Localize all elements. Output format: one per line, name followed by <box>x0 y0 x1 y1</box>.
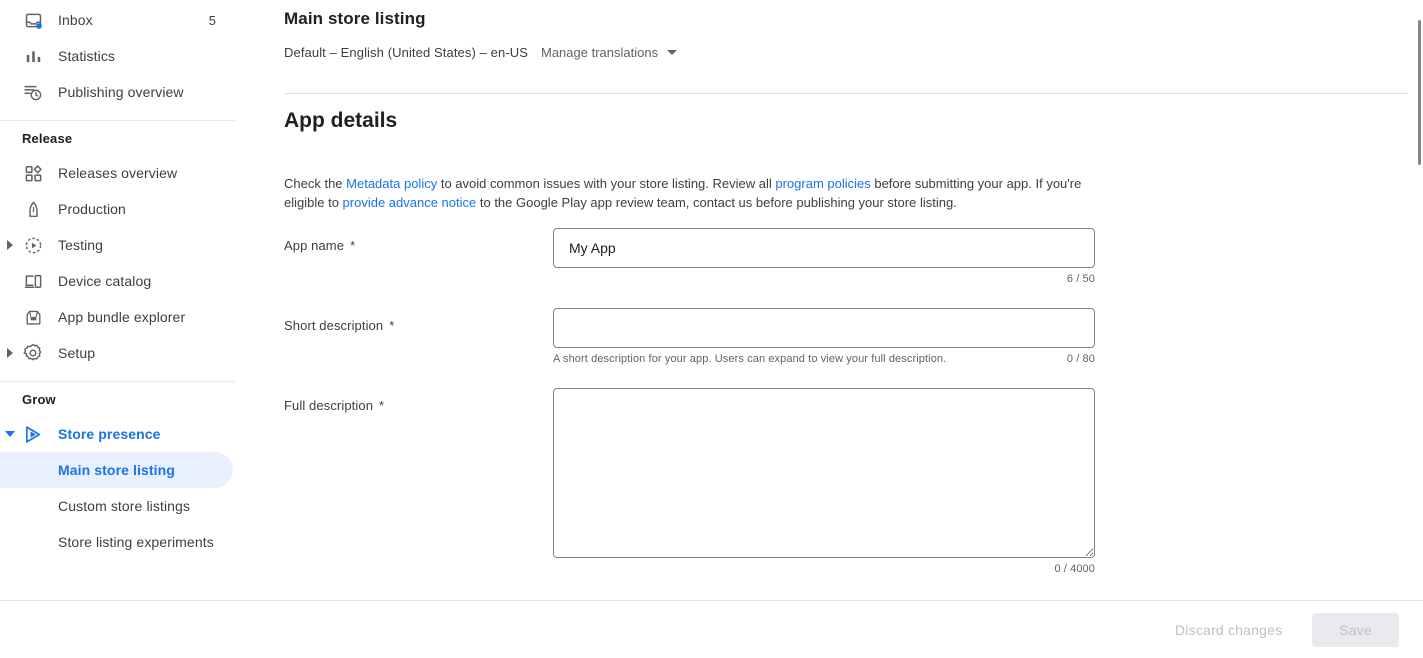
sidebar-item-label: Store listing experiments <box>58 534 214 550</box>
short-description-input[interactable] <box>553 308 1095 348</box>
main-content: Main store listing Default – English (Un… <box>236 0 1413 600</box>
testing-icon <box>22 234 44 256</box>
sidebar-item-label: Testing <box>58 237 103 253</box>
inbox-badge-count: 5 <box>209 13 216 28</box>
sidebar-item-label: Setup <box>58 345 95 361</box>
metadata-policy-link[interactable]: Metadata policy <box>346 176 437 191</box>
full-description-helper-row: 0 / 4000 <box>553 563 1095 575</box>
app-bundle-explorer-icon <box>22 306 44 328</box>
header-divider <box>284 93 1413 94</box>
device-catalog-icon <box>22 270 44 292</box>
full-description-textarea[interactable] <box>553 388 1095 558</box>
sidebar-item-custom-store-listings[interactable]: Custom store listings <box>0 488 233 524</box>
locale-row: Default – English (United States) – en-U… <box>236 29 1413 63</box>
chevron-down-icon <box>667 50 677 55</box>
short-description-helper-text: A short description for your app. Users … <box>553 353 946 365</box>
sidebar-item-production[interactable]: Production <box>0 191 233 227</box>
intro-text-part-1: Check the <box>284 176 346 191</box>
sidebar-item-store-presence[interactable]: Store presence <box>0 416 233 452</box>
sidebar-item-label: Inbox <box>58 12 93 28</box>
app-name-input[interactable] <box>553 228 1095 268</box>
chevron-right-icon[interactable] <box>4 347 16 359</box>
sidebar-item-label: Statistics <box>58 48 115 64</box>
required-asterisk: * <box>350 238 355 253</box>
app-name-input-wrap: 6 / 50 <box>553 228 1095 285</box>
full-description-counter: 0 / 4000 <box>1054 563 1095 575</box>
sidebar-item-app-bundle-explorer[interactable]: App bundle explorer <box>0 299 233 335</box>
sidebar-item-statistics[interactable]: Statistics <box>0 38 233 74</box>
sidebar-item-testing[interactable]: Testing <box>0 227 233 263</box>
required-asterisk: * <box>389 318 394 333</box>
page-scrollbar-thumb[interactable] <box>1418 20 1421 165</box>
sidebar-item-label: Publishing overview <box>58 84 184 100</box>
full-description-label-text: Full description <box>284 398 373 413</box>
full-description-input-wrap: 0 / 4000 <box>553 388 1095 575</box>
intro-text-part-2: to avoid common issues with your store l… <box>437 176 775 191</box>
sidebar-item-label: Production <box>58 201 126 217</box>
app-details-intro: Check the Metadata policy to avoid commo… <box>284 174 1104 212</box>
app-name-label: App name * <box>284 238 355 253</box>
app-name-helper-row: 6 / 50 <box>553 273 1095 285</box>
locale-label: Default – English (United States) – en-U… <box>284 45 528 60</box>
sidebar-item-label: App bundle explorer <box>58 309 185 325</box>
manage-translations-button[interactable]: Manage translations <box>541 45 677 60</box>
provide-advance-notice-link[interactable]: provide advance notice <box>343 195 477 210</box>
production-icon <box>22 198 44 220</box>
play-console-app: Inbox 5 Statistics P <box>0 0 1423 658</box>
full-description-label: Full description * <box>284 398 384 413</box>
sidebar-item-releases-overview[interactable]: Releases overview <box>0 155 233 191</box>
intro-text-part-4: to the Google Play app review team, cont… <box>476 195 957 210</box>
short-description-label: Short description * <box>284 318 394 333</box>
page-scrollbar-track[interactable] <box>1408 0 1423 600</box>
sidebar-item-main-store-listing[interactable]: Main store listing <box>0 452 233 488</box>
publishing-overview-icon <box>22 81 44 103</box>
sidebar-item-setup[interactable]: Setup <box>0 335 233 371</box>
short-description-helper-row: A short description for your app. Users … <box>553 353 1095 365</box>
sidebar-item-device-catalog[interactable]: Device catalog <box>0 263 233 299</box>
releases-overview-icon <box>22 162 44 184</box>
google-play-icon <box>22 423 44 445</box>
sidebar-item-label: Releases overview <box>58 165 177 181</box>
page-title: Main store listing <box>236 0 1413 29</box>
setup-icon <box>22 342 44 364</box>
chevron-down-icon[interactable] <box>4 428 16 440</box>
sidebar-section-release: Release <box>0 121 236 155</box>
sidebar-item-label: Device catalog <box>58 273 151 289</box>
short-description-counter: 0 / 80 <box>1067 353 1095 365</box>
app-name-label-text: App name <box>284 238 344 253</box>
sidebar-item-label: Main store listing <box>58 462 175 478</box>
required-asterisk: * <box>379 398 384 413</box>
short-description-input-wrap: A short description for your app. Users … <box>553 308 1095 365</box>
discard-changes-button[interactable]: Discard changes <box>1167 612 1290 648</box>
statistics-icon <box>22 45 44 67</box>
sidebar-item-label: Custom store listings <box>58 498 190 514</box>
sidebar-item-publishing-overview[interactable]: Publishing overview <box>0 74 233 110</box>
inbox-icon <box>22 9 44 31</box>
manage-translations-label: Manage translations <box>541 45 658 60</box>
sidebar-item-store-listing-experiments[interactable]: Store listing experiments <box>0 524 233 560</box>
sidebar-item-inbox[interactable]: Inbox 5 <box>0 2 233 38</box>
save-button[interactable]: Save <box>1312 613 1399 647</box>
program-policies-link[interactable]: program policies <box>775 176 870 191</box>
sidebar-section-grow: Grow <box>0 382 236 416</box>
app-name-counter: 6 / 50 <box>1067 273 1095 285</box>
sidebar: Inbox 5 Statistics P <box>0 0 236 600</box>
sidebar-item-label: Store presence <box>58 426 161 442</box>
short-description-label-text: Short description <box>284 318 383 333</box>
chevron-right-icon[interactable] <box>4 239 16 251</box>
action-bar: Discard changes Save <box>0 600 1423 658</box>
section-title-app-details: App details <box>236 109 397 133</box>
